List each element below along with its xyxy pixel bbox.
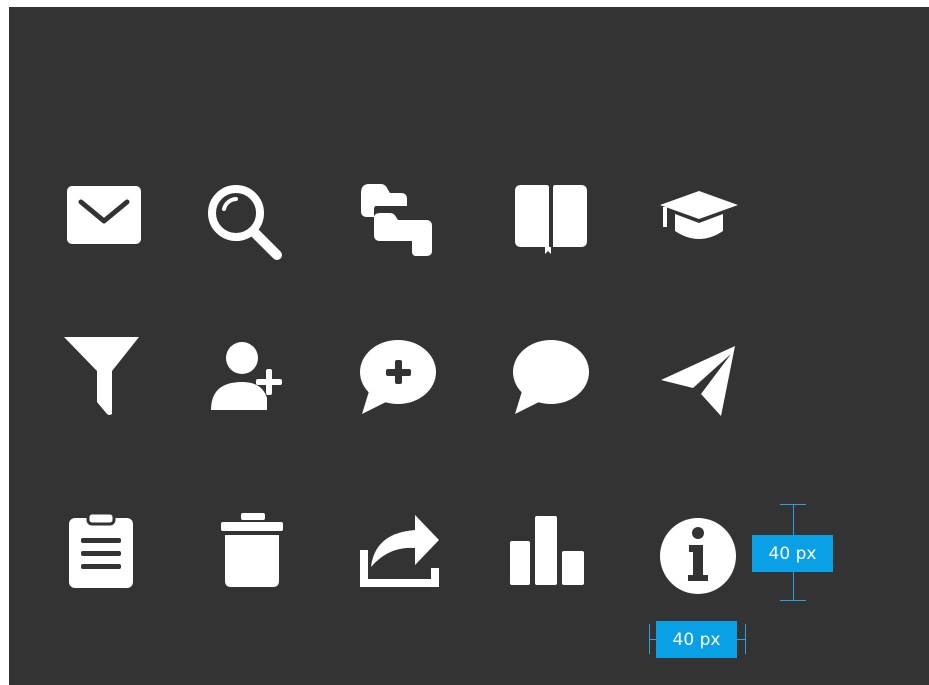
info-icon [656, 514, 740, 598]
clipboard-icon [59, 507, 143, 591]
trash-icon [209, 509, 293, 593]
add-comment-icon [356, 332, 440, 416]
bar-chart-icon [507, 509, 591, 593]
book-icon [509, 175, 593, 259]
graduation-cap-icon [659, 175, 743, 259]
share-icon [357, 507, 441, 591]
icon-sheet-panel: 40 px 40 px [9, 7, 929, 685]
height-measure-bottom-cap [780, 600, 806, 601]
width-measure-right-cap [745, 624, 746, 654]
add-user-icon [204, 332, 288, 416]
filter-icon [59, 332, 143, 416]
mail-icon [59, 172, 143, 256]
folders-icon [354, 175, 438, 259]
send-icon [659, 332, 743, 416]
height-label: 40 px [752, 535, 833, 572]
search-icon [204, 177, 288, 261]
comment-icon [509, 332, 593, 416]
width-label: 40 px [656, 621, 737, 658]
